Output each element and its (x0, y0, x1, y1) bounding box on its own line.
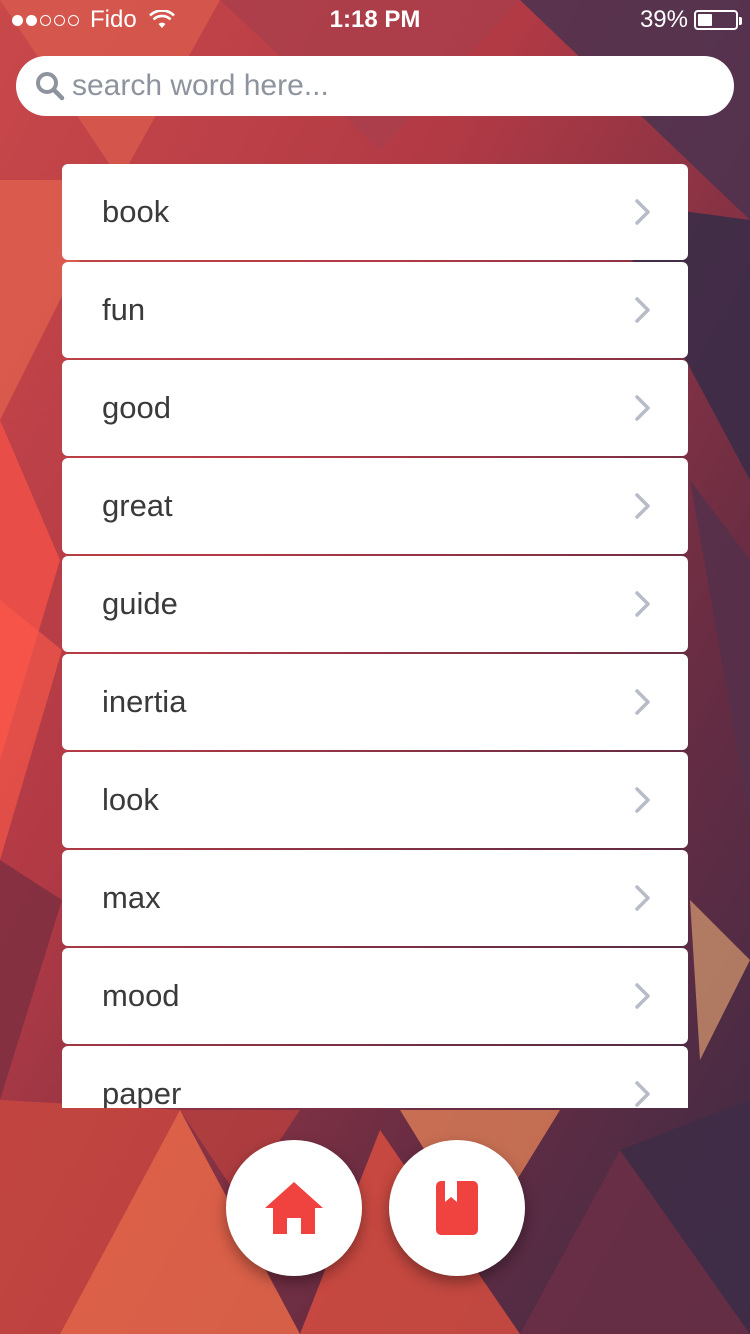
status-time: 1:18 PM (329, 6, 421, 33)
status-right: 39% (639, 6, 742, 34)
word-label: good (102, 390, 171, 425)
chevron-right-icon (635, 983, 650, 1009)
word-label: fun (102, 292, 146, 327)
word-list-item[interactable]: max (62, 850, 688, 946)
chevron-right-icon (635, 591, 650, 617)
word-list-item[interactable]: good (62, 360, 688, 456)
chevron-right-icon (635, 787, 650, 813)
search-icon (36, 72, 65, 101)
bookmark-book-icon (436, 1181, 478, 1235)
status-bar: Fido 1:18 PM 39% (0, 0, 750, 40)
word-label: look (102, 782, 159, 817)
word-list-item[interactable]: great (62, 458, 688, 554)
word-label: great (102, 488, 173, 523)
saved-words-button[interactable] (389, 1140, 525, 1276)
word-list-item[interactable]: inertia (62, 654, 688, 750)
word-list-item[interactable]: fun (62, 262, 688, 358)
chevron-right-icon (635, 689, 650, 715)
word-label: max (102, 880, 161, 915)
search-bar[interactable] (16, 56, 734, 116)
battery-level-fill (698, 14, 713, 26)
word-list-item[interactable]: look (62, 752, 688, 848)
chevron-right-icon (635, 1081, 650, 1107)
word-list-item[interactable]: paper (62, 1046, 688, 1108)
word-list[interactable]: book fun good great guide inertia look max mood p… (62, 164, 688, 1108)
chevron-right-icon (635, 199, 650, 225)
word-list-item[interactable]: guide (62, 556, 688, 652)
word-label: book (102, 194, 170, 229)
word-list-item[interactable]: mood (62, 948, 688, 1044)
chevron-right-icon (635, 395, 650, 421)
home-button[interactable] (226, 1140, 362, 1276)
word-label: paper (102, 1076, 182, 1108)
home-icon (265, 1182, 323, 1234)
battery-percentage: 39% (639, 6, 688, 33)
word-label: mood (102, 978, 180, 1013)
chevron-right-icon (635, 297, 650, 323)
battery-icon (694, 10, 742, 30)
chevron-right-icon (635, 493, 650, 519)
word-list-item[interactable]: book (62, 164, 688, 260)
word-label: guide (102, 586, 178, 621)
chevron-right-icon (635, 885, 650, 911)
search-input[interactable] (72, 69, 734, 103)
battery-cap (739, 17, 742, 25)
word-label: inertia (102, 684, 187, 719)
